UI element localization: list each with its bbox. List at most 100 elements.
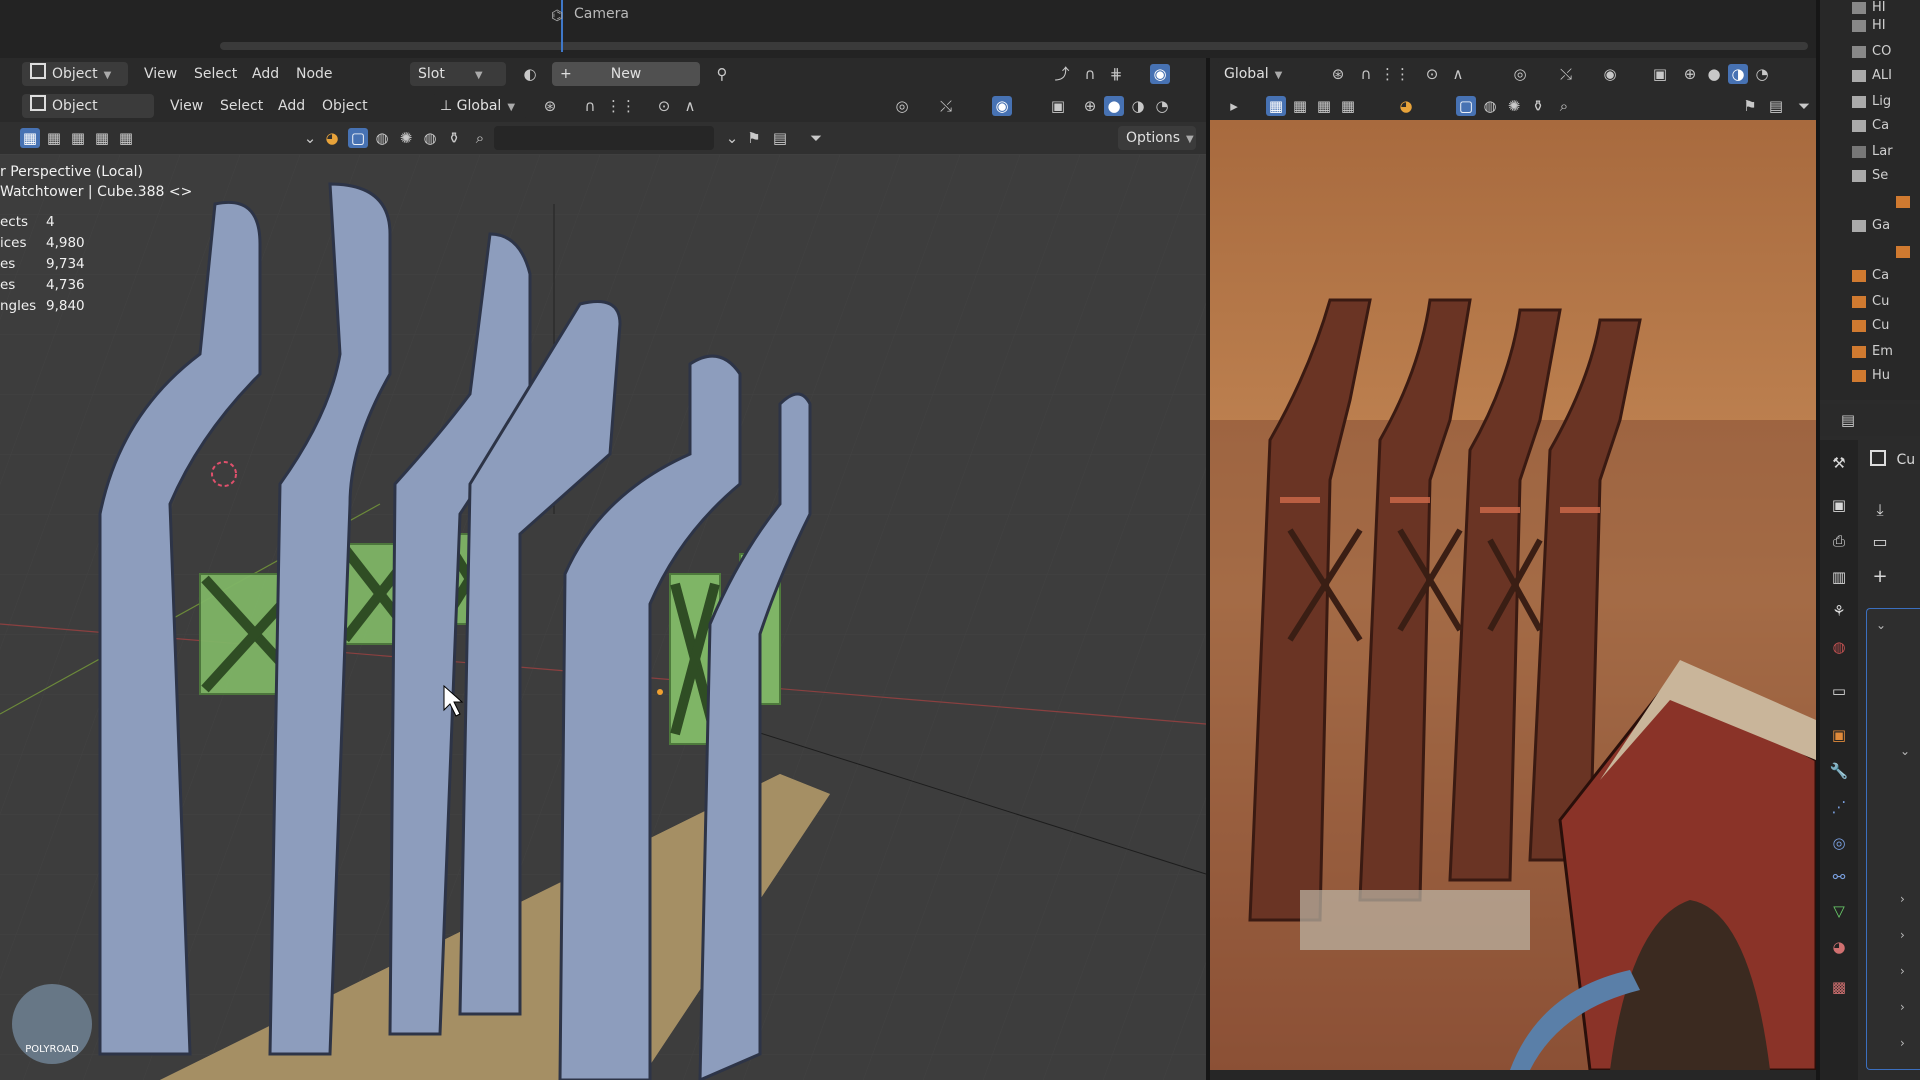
shader-mode-dropdown[interactable]: Object ▼ xyxy=(22,62,128,86)
outliner-item[interactable]: Lar xyxy=(1852,144,1920,164)
options-dropdown[interactable]: Options ▼ xyxy=(1118,126,1196,150)
snap-increment-icon[interactable]: ⋮⋮ xyxy=(606,96,636,116)
output-tab-icon[interactable]: ⎙ xyxy=(1828,530,1850,552)
chevron-right-icon[interactable]: › xyxy=(1900,1036,1905,1050)
viewport-menu-view[interactable]: View xyxy=(170,94,203,118)
chevron-right-icon[interactable]: › xyxy=(1900,892,1905,906)
modifier-panel[interactable] xyxy=(1866,608,1920,1070)
filter-light-icon[interactable]: ✺ xyxy=(1504,96,1524,116)
outliner-item[interactable] xyxy=(1896,194,1920,214)
outliner-item[interactable]: Lig xyxy=(1852,94,1920,114)
visibility-icon[interactable]: ◎ xyxy=(1510,64,1530,84)
outliner-item[interactable]: Se xyxy=(1852,168,1920,188)
pivot-point-icon[interactable]: ⊛ xyxy=(540,96,560,116)
overlay-icon[interactable]: ◉ xyxy=(1600,64,1620,84)
filter-sphere-icon[interactable]: ◍ xyxy=(372,128,392,148)
solid-shading-icon[interactable]: ● xyxy=(1104,96,1124,116)
display-icon[interactable]: ▭ xyxy=(1868,532,1892,556)
proportional-edit-icon[interactable]: ⊙ xyxy=(654,96,674,116)
search-input[interactable] xyxy=(494,126,714,150)
modifier-tab-icon[interactable]: 🔧 xyxy=(1828,760,1850,782)
outliner-item[interactable]: HI xyxy=(1852,0,1920,20)
color-filter-icon[interactable]: ◕ xyxy=(322,128,342,148)
slot-dropdown[interactable]: Slot ▼ xyxy=(410,62,506,86)
select-intersect-icon[interactable]: ▦ xyxy=(1338,96,1358,116)
render-tab-icon[interactable]: ▣ xyxy=(1828,494,1850,516)
select-subtract-icon[interactable]: ▦ xyxy=(68,128,88,148)
falloff-icon[interactable]: ∧ xyxy=(1448,64,1468,84)
outliner-item[interactable]: Em xyxy=(1852,344,1920,364)
filter-mesh-icon[interactable]: ▢ xyxy=(348,128,368,148)
layout-icon[interactable]: ▤ xyxy=(770,128,790,148)
timeline-scrollbar[interactable] xyxy=(220,42,1808,50)
filter-shading-icon[interactable]: ◍ xyxy=(420,128,440,148)
transform-orientation-dropdown[interactable]: ⊥ Global ▼ xyxy=(432,94,528,118)
shader-menu-node[interactable]: Node xyxy=(296,62,333,86)
snap-target-icon[interactable]: ⋕ xyxy=(1106,64,1126,84)
wireframe-shading-icon[interactable]: ⊕ xyxy=(1080,96,1100,116)
pivot-point-icon[interactable]: ⊛ xyxy=(1328,64,1348,84)
editor-type-icon[interactable]: ▤ xyxy=(1838,410,1858,430)
camera-marker-icon[interactable]: ⌬ xyxy=(551,8,571,28)
rendered-shading-icon[interactable]: ◔ xyxy=(1152,96,1172,116)
filter-mesh-icon[interactable]: ▢ xyxy=(1456,96,1476,116)
overlay-icon[interactable]: ◉ xyxy=(1150,64,1170,84)
proportional-edit-icon[interactable]: ⊙ xyxy=(1422,64,1442,84)
filter-misc-icon[interactable]: ⚱ xyxy=(444,128,464,148)
xray-icon[interactable]: ▣ xyxy=(1048,96,1068,116)
wireframe-shading-icon[interactable]: ⊕ xyxy=(1680,64,1700,84)
outliner-item[interactable]: Cu xyxy=(1852,294,1920,314)
overlay-icon[interactable]: ◉ xyxy=(992,96,1012,116)
outliner-item[interactable]: Ga xyxy=(1852,218,1920,238)
timeline-editor[interactable] xyxy=(0,0,1816,60)
select-extend-icon[interactable]: ▦ xyxy=(1290,96,1310,116)
bookmark-dropdown-icon[interactable]: ⌄ xyxy=(722,128,742,148)
bookmark-icon[interactable]: ⚑ xyxy=(1740,96,1760,116)
new-material-button[interactable]: + New xyxy=(552,62,700,86)
select-intersect-icon[interactable]: ▦ xyxy=(116,128,136,148)
outliner-item[interactable]: ALI xyxy=(1852,68,1920,88)
layout-icon[interactable]: ▤ xyxy=(1766,96,1786,116)
color-filter-icon[interactable]: ◕ xyxy=(1396,96,1416,116)
material-shading-icon[interactable]: ◑ xyxy=(1128,96,1148,116)
visibility-icon[interactable]: ◎ xyxy=(892,96,912,116)
object-tab-icon[interactable]: ▣ xyxy=(1828,724,1850,746)
select-new-icon[interactable]: ▦ xyxy=(20,128,40,148)
shader-menu-view[interactable]: View xyxy=(144,62,177,86)
download-icon[interactable]: ⤓ xyxy=(1868,500,1892,524)
gizmo-icon[interactable]: ⤯ xyxy=(1556,64,1576,84)
select-subtract-icon[interactable]: ▦ xyxy=(1314,96,1334,116)
filter-misc-icon[interactable]: ⚱ xyxy=(1528,96,1548,116)
filter-sphere-icon[interactable]: ◍ xyxy=(1480,96,1500,116)
outliner-item[interactable]: Ca xyxy=(1852,268,1920,288)
filter-light-icon[interactable]: ✺ xyxy=(396,128,416,148)
data-tab-icon[interactable]: ▽ xyxy=(1828,900,1850,922)
falloff-icon[interactable]: ∧ xyxy=(680,96,700,116)
select-extend-icon[interactable]: ▦ xyxy=(44,128,64,148)
filter-icon[interactable]: ⏷ xyxy=(1794,96,1814,116)
parent-node-icon[interactable]: ⤴ xyxy=(1052,64,1072,84)
tool-tab-icon[interactable]: ⚒ xyxy=(1828,452,1850,474)
scene-tab-icon[interactable]: ⚘ xyxy=(1828,600,1850,622)
xray-icon[interactable]: ▣ xyxy=(1650,64,1670,84)
solid-shading-icon[interactable]: ● xyxy=(1704,64,1724,84)
search-icon[interactable]: ⌕ xyxy=(1554,96,1574,116)
viewport-menu-add[interactable]: Add xyxy=(278,94,305,118)
particles-tab-icon[interactable]: ⋰ xyxy=(1828,796,1850,818)
snap-increment-icon[interactable]: ⋮⋮ xyxy=(1380,64,1410,84)
outliner-item[interactable]: Ca xyxy=(1852,118,1920,138)
object-mode-dropdown[interactable]: Object Mode▼ xyxy=(22,94,154,138)
shader-menu-add[interactable]: Add xyxy=(252,62,279,86)
viewport-menu-object[interactable]: Object xyxy=(322,94,368,118)
material-tab-icon[interactable]: ◕ xyxy=(1828,936,1850,958)
material-shading-icon[interactable]: ◑ xyxy=(1728,64,1748,84)
add-modifier-icon[interactable]: + xyxy=(1868,566,1892,590)
ref-transform-orientation-dropdown[interactable]: Global ▼ xyxy=(1216,62,1312,86)
snap-icon[interactable]: ∩ xyxy=(1356,64,1376,84)
filter-icon[interactable]: ⏷ xyxy=(806,128,826,148)
search-icon[interactable]: ⌕ xyxy=(470,128,490,148)
tool-icon[interactable]: ▸ xyxy=(1224,96,1244,116)
chevron-right-icon[interactable]: › xyxy=(1900,928,1905,942)
chevron-right-icon[interactable]: › xyxy=(1900,1000,1905,1014)
chevron-down-icon[interactable]: ⌄ xyxy=(1876,618,1886,632)
